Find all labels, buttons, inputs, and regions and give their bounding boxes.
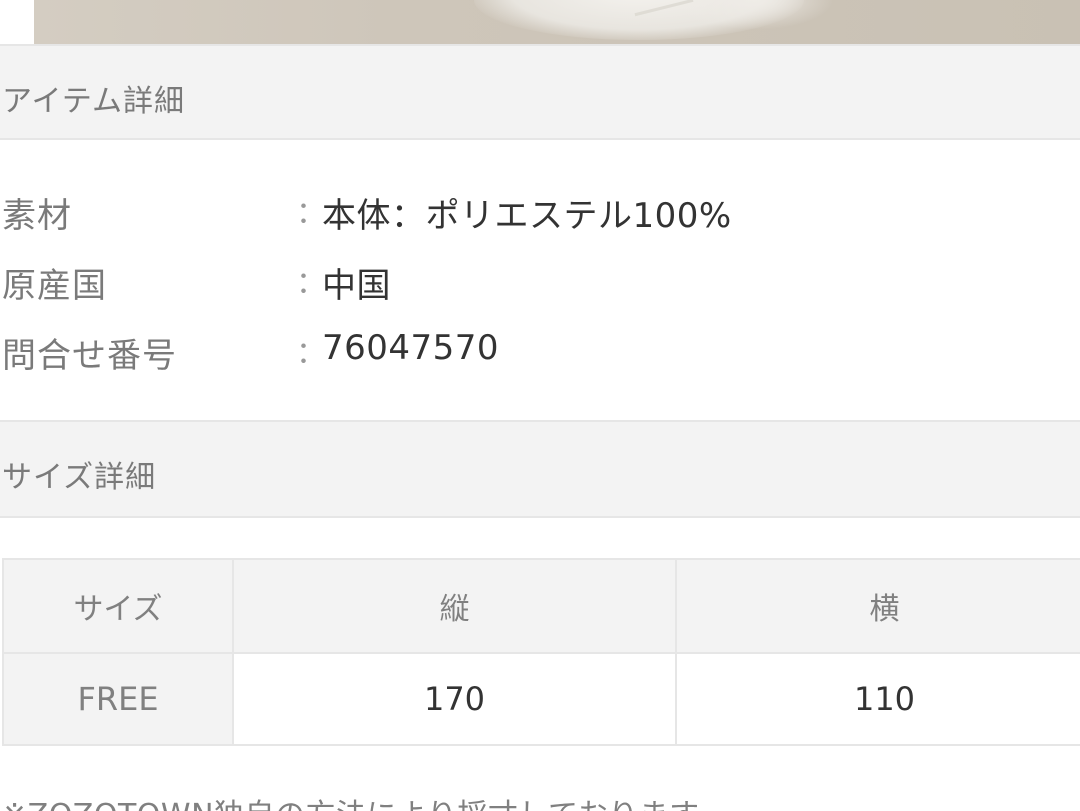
spec-row-material: 素材 ： 本体：ポリエステル100% xyxy=(0,188,1080,244)
table-row: FREE 170 110 xyxy=(2,652,1080,746)
item-details-title: アイテム詳細 xyxy=(2,84,185,119)
size-details-header: サイズ詳細 xyxy=(0,420,1080,518)
product-image[interactable] xyxy=(34,0,1080,44)
spec-row-inquiry-number: 問合せ番号 ： 76047570 xyxy=(0,328,1080,384)
size-table-header-row: サイズ 縦 横 xyxy=(2,558,1080,654)
size-table: サイズ 縦 横 FREE 170 110 xyxy=(2,558,1080,746)
spec-label-inquiry-number: 問合せ番号 xyxy=(2,336,177,376)
spec-value-origin: 中国 xyxy=(322,266,391,306)
size-table-cell-width: 110 xyxy=(675,652,1080,746)
size-table-cell-length: 170 xyxy=(232,652,677,746)
spec-label-material: 素材 xyxy=(2,196,72,236)
spec-value-inquiry-number: 76047570 xyxy=(322,328,500,368)
size-table-header-width: 横 xyxy=(675,558,1080,654)
size-table-cell-size: FREE xyxy=(2,652,234,746)
spec-label-origin: 原産国 xyxy=(2,266,107,306)
measurement-footnote: ※ZOZOTOWN独自の方法により採寸しております。 xyxy=(2,790,727,811)
size-table-header-length: 縦 xyxy=(232,558,677,654)
size-table-header-size: サイズ xyxy=(2,558,234,654)
size-details-title: サイズ詳細 xyxy=(2,460,157,495)
product-photo-strip xyxy=(0,0,1080,44)
product-detail-page: アイテム詳細 素材 ： 本体：ポリエステル100% 原産国 ： 中国 問合せ番号… xyxy=(0,0,1080,811)
spec-value-material: 本体：ポリエステル100% xyxy=(322,196,732,236)
item-details-header: アイテム詳細 xyxy=(0,44,1080,140)
spec-row-origin: 原産国 ： 中国 xyxy=(0,258,1080,314)
